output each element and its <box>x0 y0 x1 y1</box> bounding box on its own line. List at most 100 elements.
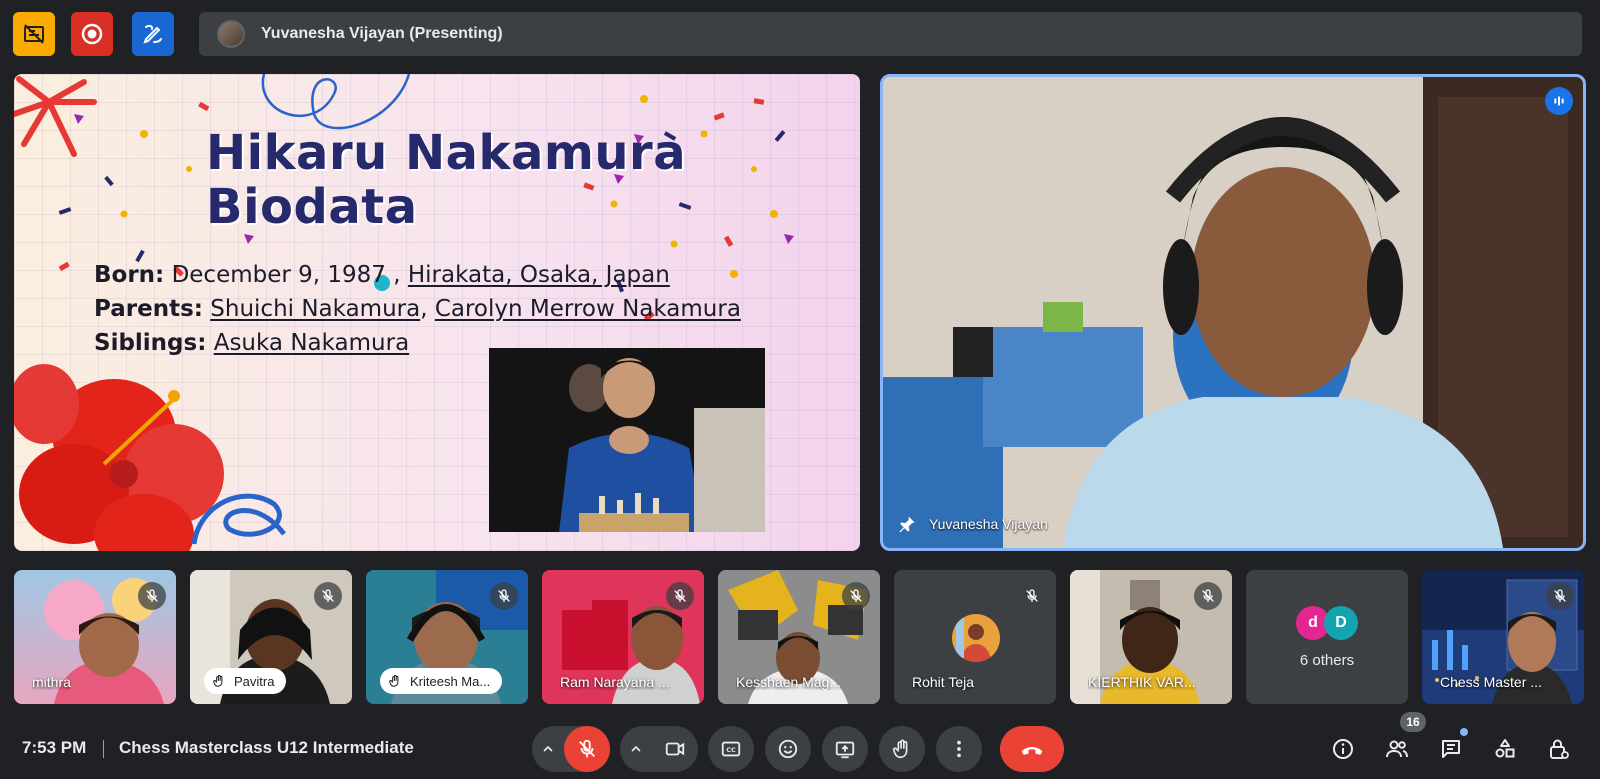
muted-indicator <box>138 582 166 610</box>
participant-name: Rohit Teja <box>912 674 975 690</box>
participant-tile[interactable]: Chess Master ... <box>1422 570 1584 704</box>
participant-tile[interactable]: KIERTHIK VAR... <box>1070 570 1232 704</box>
mic-options-button[interactable] <box>532 726 564 772</box>
raised-hand-chip: Pavitra <box>204 668 287 694</box>
meeting-title: Chess Masterclass U12 Intermediate <box>119 738 414 757</box>
mic-toggle-button[interactable] <box>564 726 610 772</box>
mic-off-icon <box>674 589 686 602</box>
speaking-indicator <box>1545 87 1573 115</box>
slide-title-line2: Biodata <box>206 179 418 235</box>
parent2-link[interactable]: Carolyn Merrow Nakamura <box>435 296 741 322</box>
meet-window: Yuvanesha Vijayan (Presenting) Hikaru Na… <box>0 0 1600 779</box>
record-icon <box>81 23 103 45</box>
mic-off-icon <box>1026 589 1038 602</box>
raised-hand-chip: Kriteesh Ma... <box>380 668 503 694</box>
presenter-label: Yuvanesha Vijayan (Presenting) <box>261 25 503 42</box>
parents-label: Parents: <box>94 296 203 322</box>
mic-off-icon <box>1202 589 1214 602</box>
born-date: December 9, 1987 , <box>171 262 401 288</box>
chevron-up-icon <box>631 745 641 752</box>
speaker-name: Yuvanesha Vijayan <box>929 516 1048 532</box>
participant-tile[interactable]: Kesshaen Mag... <box>718 570 880 704</box>
activities-icon <box>24 24 44 44</box>
emoji-reactions-button[interactable] <box>765 726 811 772</box>
muted-indicator <box>1194 582 1222 610</box>
participant-tile[interactable]: Kriteesh Ma... <box>366 570 528 704</box>
meeting-details-button[interactable] <box>1326 732 1360 766</box>
host-controls-button[interactable] <box>1542 732 1576 766</box>
camera-options-button[interactable] <box>620 726 652 772</box>
participant-name: Chess Master ... <box>1440 674 1542 690</box>
participant-name: Ram Narayana ... <box>560 674 670 690</box>
siblings-label: Siblings: <box>94 330 207 356</box>
muted-indicator <box>842 582 870 610</box>
active-speaker-video[interactable]: Yuvanesha Vijayan <box>880 74 1586 551</box>
participant-name: Pavitra <box>234 673 275 689</box>
speaker-name-label: Yuvanesha Vijayan <box>897 514 1048 534</box>
parents-separator: , <box>420 296 428 322</box>
participant-name: Kriteesh Ma... <box>410 673 491 689</box>
born-label: Born: <box>94 262 165 288</box>
sibling1-link[interactable]: Asuka Nakamura <box>214 330 409 356</box>
more-options-icon <box>957 740 961 758</box>
end-call-icon <box>1021 746 1043 755</box>
footer-separator <box>103 740 104 758</box>
camera-icon <box>665 742 685 756</box>
participant-tile[interactable]: Pavitra <box>190 570 352 704</box>
activities-button[interactable] <box>13 12 55 56</box>
clock: 7:53 PM <box>22 738 87 757</box>
others-label: 6 others <box>1299 652 1355 669</box>
slide-title-line1: Hikaru Nakamura <box>206 125 687 181</box>
mic-off-icon <box>850 589 862 602</box>
chess-player-photo <box>489 348 765 532</box>
other-avatar-D: D <box>1324 606 1358 640</box>
present-now-button[interactable] <box>822 726 868 772</box>
svg-text:CC: CC <box>726 746 736 754</box>
avatar-image <box>952 614 1000 662</box>
participant-count-badge: 16 <box>1400 712 1426 732</box>
captions-icon: CC <box>721 741 741 757</box>
recording-button[interactable] <box>71 12 113 56</box>
raise-hand-icon <box>892 739 908 759</box>
captions-button[interactable]: CC <box>708 726 754 772</box>
participant-tile[interactable]: mithra <box>14 570 176 704</box>
activities-shapes-icon <box>1495 739 1515 758</box>
present-icon <box>835 741 855 759</box>
slide-title: Hikaru Nakamura Biodata <box>206 126 686 234</box>
parents-row: Parents: Shuichi Nakamura, Carolyn Merro… <box>94 292 741 326</box>
parent1-link[interactable]: Shuichi Nakamura <box>210 296 420 322</box>
camera-toggle-button[interactable] <box>652 726 698 772</box>
pin-icon[interactable] <box>897 514 917 534</box>
chat-unread-dot <box>1460 728 1468 736</box>
raise-hand-icon <box>389 674 399 687</box>
mic-off-icon <box>146 589 158 602</box>
presenter-bar[interactable]: Yuvanesha Vijayan (Presenting) <box>199 12 1582 56</box>
raise-hand-button[interactable] <box>879 726 925 772</box>
slide-photo <box>489 348 765 532</box>
people-button[interactable] <box>1380 732 1414 766</box>
participant-tile[interactable]: Rohit Teja <box>894 570 1056 704</box>
avatar <box>952 614 1000 662</box>
more-options-button[interactable] <box>936 726 982 772</box>
mic-off-icon <box>1554 589 1566 602</box>
info-icon <box>1333 739 1353 759</box>
muted-indicator <box>490 582 518 610</box>
muted-indicator <box>1018 582 1046 610</box>
born-place-link[interactable]: Hirakata, Osaka, Japan <box>408 262 670 288</box>
audio-level-icon <box>1554 96 1564 106</box>
participant-tile[interactable]: Ram Narayana ... <box>542 570 704 704</box>
whiteboard-button[interactable] <box>132 12 174 56</box>
presentation-slide[interactable]: Hikaru Nakamura Biodata Born: December 9… <box>14 74 860 551</box>
chat-button[interactable] <box>1434 732 1468 766</box>
raise-hand-icon <box>213 674 223 687</box>
end-call-button[interactable] <box>1000 726 1064 772</box>
others-tile[interactable]: d D 6 others <box>1246 570 1408 704</box>
activities-button-bottom[interactable] <box>1488 732 1522 766</box>
chevron-up-icon <box>543 745 553 752</box>
muted-indicator <box>1546 582 1574 610</box>
camera-control-group <box>620 726 698 772</box>
chat-icon <box>1442 740 1460 758</box>
presenter-avatar <box>217 20 245 48</box>
muted-indicator <box>314 582 342 610</box>
host-controls-icon <box>1550 739 1569 759</box>
